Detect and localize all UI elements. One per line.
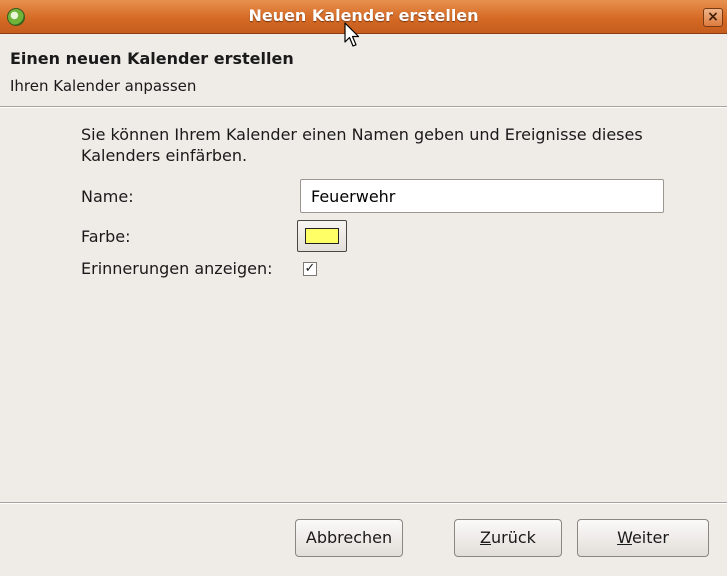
header-divider [0,106,727,108]
title-bar[interactable]: Neuen Kalender erstellen × [0,0,727,34]
name-input[interactable] [300,179,664,213]
color-label: Farbe: [81,227,131,246]
footer-divider [0,502,727,504]
page-subtitle: Ihren Kalender anpassen [10,77,197,95]
wizard-header: Einen neuen Kalender erstellen Ihren Kal… [0,34,727,106]
cancel-button[interactable]: Abbrechen [295,519,403,557]
next-button[interactable]: Weiter [577,519,709,557]
window-title: Neuen Kalender erstellen [248,6,479,25]
back-button[interactable]: Zurück [454,519,562,557]
next-mnemonic: W [617,528,632,547]
close-icon[interactable]: × [703,8,723,27]
reminders-label: Erinnerungen anzeigen: [81,259,273,278]
back-label: urück [491,528,536,547]
name-label: Name: [81,187,134,206]
color-swatch [305,228,339,244]
color-picker-button[interactable] [297,220,347,252]
page-title: Einen neuen Kalender erstellen [10,49,294,68]
back-mnemonic: Z [480,528,492,547]
description-text: Sie können Ihrem Kalender einen Namen ge… [81,125,643,165]
reminders-checkbox[interactable]: ✓ [303,262,317,276]
next-label: eiter [631,528,669,547]
